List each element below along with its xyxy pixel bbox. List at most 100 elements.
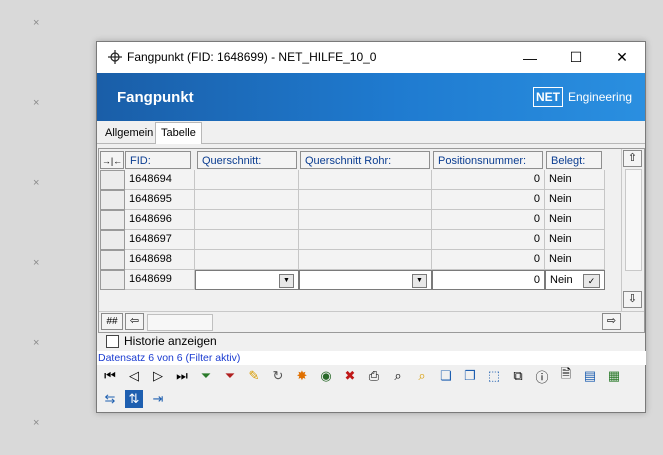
cell-querschnitt-rohr[interactable]: [299, 210, 432, 230]
vertical-scrollbar[interactable]: ⇧ ⇩: [621, 149, 644, 311]
close-button[interactable]: ✕: [599, 42, 645, 73]
data-grid: →|← FID: Querschnitt: Querschnitt Rohr: …: [98, 148, 645, 333]
cell-belegt[interactable]: Nein: [545, 170, 605, 190]
copy-icon[interactable]: ❏: [437, 367, 455, 385]
cell-querschnitt[interactable]: [195, 230, 299, 250]
cell-belegt[interactable]: Nein: [545, 230, 605, 250]
background-marker: ×: [33, 17, 40, 29]
dropdown-arrow-icon[interactable]: ▼: [412, 274, 427, 288]
cell-fid[interactable]: 1648698: [125, 250, 195, 270]
row-selector[interactable]: [100, 190, 125, 210]
cell-querschnitt[interactable]: [195, 250, 299, 270]
dropdown-arrow-icon[interactable]: ▼: [279, 274, 294, 288]
maximize-button[interactable]: ☐: [553, 42, 599, 73]
logo-box: NET: [533, 87, 563, 107]
querschnitt-rohr-dropdown[interactable]: ▼: [299, 270, 432, 290]
checkmark-icon[interactable]: ✓: [583, 274, 600, 288]
cell-querschnitt[interactable]: [195, 170, 299, 190]
tab-tabelle[interactable]: Tabelle: [155, 122, 202, 144]
search-icon[interactable]: ⌕: [389, 367, 407, 385]
row-selector[interactable]: [100, 230, 125, 250]
first-record-icon[interactable]: ⏮: [101, 367, 119, 385]
split-icon[interactable]: ⇆: [101, 390, 119, 408]
export-icon[interactable]: ▤: [581, 367, 599, 385]
row-selector[interactable]: [100, 210, 125, 230]
cell-positionsnummer[interactable]: 0: [432, 230, 545, 250]
title-bar[interactable]: Fangpunkt (FID: 1648699) - NET_HILFE_10_…: [97, 42, 645, 73]
document-icon[interactable]: 🗎: [557, 366, 575, 385]
last-record-icon[interactable]: ⏭: [173, 367, 191, 385]
delete-icon[interactable]: ✖: [341, 367, 359, 385]
background-marker: ×: [33, 337, 40, 349]
cell-querschnitt[interactable]: [195, 210, 299, 230]
cell-belegt[interactable]: Nein: [545, 250, 605, 270]
cell-querschnitt[interactable]: [195, 190, 299, 210]
info-icon[interactable]: ⓘ: [533, 367, 551, 385]
column-header-querschnitt-rohr[interactable]: Querschnitt Rohr:: [300, 151, 430, 169]
belegt-value: Nein: [550, 274, 573, 286]
belegt-field[interactable]: Nein ✓: [545, 270, 605, 290]
row-selector[interactable]: [100, 270, 125, 290]
cell-fid[interactable]: 1648697: [125, 230, 195, 250]
cell-positionsnummer[interactable]: 0: [432, 190, 545, 210]
cell-fid[interactable]: 1648695: [125, 190, 195, 210]
row-selector[interactable]: [100, 170, 125, 190]
window-title: Fangpunkt (FID: 1648699) - NET_HILFE_10_…: [127, 50, 377, 64]
cell-querschnitt-rohr[interactable]: [299, 170, 432, 190]
scroll-up-button[interactable]: ⇧: [623, 150, 642, 167]
positionsnummer-input[interactable]: 0: [432, 270, 545, 290]
querschnitt-dropdown[interactable]: ▼: [195, 270, 299, 290]
history-checkbox[interactable]: [106, 334, 119, 348]
cell-querschnitt-rohr[interactable]: [299, 230, 432, 250]
previous-record-icon[interactable]: ◁: [125, 367, 143, 385]
add-document-icon[interactable]: ▦: [605, 367, 623, 385]
next-record-icon[interactable]: ▷: [149, 367, 167, 385]
scrollbar-thumb[interactable]: [147, 314, 213, 331]
cell-positionsnummer[interactable]: 0: [432, 250, 545, 270]
scroll-down-button[interactable]: ⇩: [623, 291, 642, 308]
logo-text: Engineering: [568, 90, 633, 104]
row-selector[interactable]: [100, 250, 125, 270]
column-header-positionsnummer[interactable]: Positionsnummer:: [433, 151, 543, 169]
remove-filter-icon[interactable]: ⏷: [221, 367, 239, 385]
cell-querschnitt-rohr[interactable]: [299, 250, 432, 270]
duplicate-icon[interactable]: ⧉: [509, 367, 527, 385]
add-filter-icon[interactable]: ⏷: [197, 367, 215, 385]
horizontal-scrollbar[interactable]: ## ⇦ ⇨: [99, 311, 644, 332]
crosshair-icon: [108, 50, 122, 64]
background-marker: ×: [33, 257, 40, 269]
background-marker: ×: [33, 97, 40, 109]
tab-allgemein[interactable]: Allgemein: [100, 124, 158, 142]
column-header-querschnitt[interactable]: Querschnitt:: [197, 151, 297, 169]
sort-icon[interactable]: ⇅: [125, 390, 143, 408]
search-highlight-icon[interactable]: ⌕: [413, 367, 431, 385]
highlight-icon[interactable]: ✸: [293, 367, 311, 385]
column-header-fid[interactable]: FID:: [125, 151, 191, 169]
scroll-right-button[interactable]: ⇨: [602, 313, 621, 330]
cell-belegt[interactable]: Nein: [545, 210, 605, 230]
select-icon[interactable]: ⬚: [485, 367, 503, 385]
history-toggle[interactable]: Historie anzeigen: [106, 333, 217, 349]
cell-querschnitt-rohr[interactable]: [299, 190, 432, 210]
scroll-left-button[interactable]: ⇦: [125, 313, 144, 330]
cell-positionsnummer[interactable]: 0: [432, 210, 545, 230]
refresh-icon[interactable]: ↻: [269, 367, 287, 385]
edit-pencil-icon[interactable]: ✎: [245, 367, 263, 385]
copy-multiple-icon[interactable]: ❐: [461, 367, 479, 385]
cell-belegt[interactable]: Nein: [545, 190, 605, 210]
banner-title: Fangpunkt: [117, 89, 194, 106]
minimize-button[interactable]: —: [507, 42, 553, 73]
history-label: Historie anzeigen: [124, 334, 217, 348]
zoom-to-icon[interactable]: ◉: [317, 367, 335, 385]
record-count-button[interactable]: ##: [101, 313, 123, 330]
column-resize-button[interactable]: →|←: [100, 151, 124, 169]
cell-positionsnummer[interactable]: 0: [432, 170, 545, 190]
exit-icon[interactable]: ⇥: [149, 390, 167, 408]
cell-fid[interactable]: 1648696: [125, 210, 195, 230]
scrollbar-thumb[interactable]: [625, 169, 642, 271]
cell-fid[interactable]: 1648694: [125, 170, 195, 190]
column-header-belegt[interactable]: Belegt:: [546, 151, 602, 169]
cell-fid[interactable]: 1648699: [125, 270, 195, 290]
background-marker: ×: [33, 417, 40, 429]
print-icon[interactable]: ⎙: [365, 367, 383, 385]
